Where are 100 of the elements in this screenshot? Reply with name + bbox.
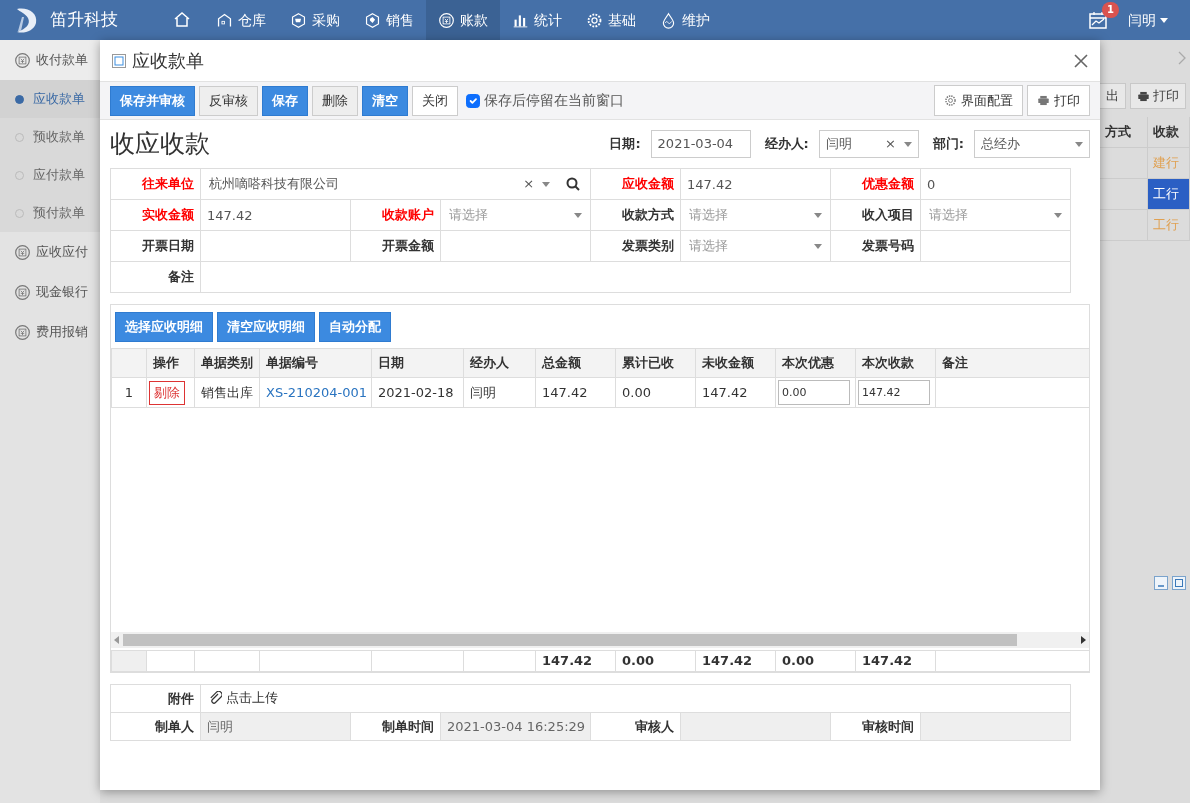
user-menu[interactable]: 闫明 (1128, 9, 1168, 31)
table-cell: 0.00 (615, 377, 696, 408)
scroll-right-icon (1081, 636, 1086, 644)
select-field[interactable]: 总经办 (974, 130, 1090, 158)
upload-link[interactable]: 点击上传 (209, 687, 278, 708)
table-cell: 工行 (1148, 210, 1190, 241)
row-number: 1 (111, 377, 147, 408)
field-label: 审核时间 (830, 712, 921, 741)
column-header: 经办人 (463, 348, 536, 378)
amount-input[interactable]: 147.42 (858, 380, 930, 405)
paperclip-icon (209, 690, 222, 704)
horizontal-scrollbar[interactable] (111, 632, 1089, 648)
nav-tab[interactable]: 采购 (278, 0, 352, 40)
maximize-icon (1172, 576, 1186, 590)
button[interactable]: 打印 (1130, 83, 1186, 109)
printer-icon (1137, 89, 1150, 103)
field-label: 优惠金额 (830, 168, 921, 200)
input-field[interactable]: 0 (921, 169, 1071, 199)
detail-button[interactable]: 选择应收明细 (115, 312, 213, 342)
minimize-icon (1154, 576, 1168, 590)
column-header: 单据类别 (194, 348, 260, 378)
gear-icon (944, 94, 957, 107)
column-header: 单据编号 (259, 348, 372, 378)
caret-icon (814, 243, 823, 249)
logo-text: 笛升科技 (50, 8, 118, 32)
column-header: 未收金额 (695, 348, 776, 378)
total-cell: 147.42 (855, 650, 936, 672)
input-field[interactable]: 147.42 (201, 200, 350, 230)
caret-icon (574, 212, 583, 218)
select-field[interactable]: 闫明 × (818, 130, 919, 158)
chevron-right-icon (1178, 51, 1186, 65)
field-label: 开票金额 (350, 230, 441, 262)
table-cell: 147.42 (535, 377, 616, 408)
field-label: 发票类别 (590, 230, 681, 262)
nav-tab[interactable]: 销售 (352, 0, 426, 40)
field-label: 部门: (932, 135, 964, 154)
field-label: 审核人 (590, 712, 681, 741)
toolbar-button[interactable]: 关闭 (412, 85, 458, 116)
remove-button[interactable]: 剔除 (149, 380, 185, 405)
button[interactable]: 出 (1100, 83, 1126, 109)
table-cell: 闫明 (463, 377, 536, 408)
table-cell: 销售出库 (194, 377, 260, 408)
field-label: 附件 (110, 684, 201, 713)
coin-icon (14, 51, 31, 69)
sidebar-subitem[interactable]: 预收款单 (0, 118, 100, 156)
warehouse-icon (216, 11, 233, 29)
nav-tab[interactable]: 基础 (574, 0, 648, 40)
field-label: 制单时间 (350, 712, 441, 741)
column-header: 操作 (146, 348, 195, 378)
sidebar-item[interactable]: 现金银行 (0, 272, 100, 312)
total-cell: 0.00 (615, 650, 696, 672)
clear-icon: × (884, 134, 896, 154)
drop-icon (660, 11, 677, 29)
field-label: 备注 (110, 261, 201, 293)
table-cell: 工行 (1148, 179, 1190, 210)
field-label: 收入项目 (830, 199, 921, 231)
column-header: 总金额 (535, 348, 616, 378)
cart-icon (290, 11, 307, 29)
stay-checkbox[interactable]: 保存后停留在当前窗口 (466, 90, 624, 111)
toolbar-button[interactable]: 删除 (312, 85, 358, 116)
caret-icon (903, 141, 912, 147)
form-heading: 收应收款 (110, 129, 211, 159)
column-header: 收款 (1148, 117, 1190, 148)
toolbar-button[interactable]: 保存 (262, 85, 308, 116)
nav-tab[interactable]: 维护 (648, 0, 722, 40)
coin-icon (438, 11, 455, 29)
sidebar-subitem[interactable]: 应收款单 (0, 80, 100, 118)
sidebar-item[interactable]: 应收应付 (0, 232, 100, 272)
toolbar-button[interactable]: 清空 (362, 85, 408, 116)
dialog-title: 应收款单 (132, 49, 205, 73)
sidebar-subitem[interactable]: 应付款单 (0, 156, 100, 194)
input-field[interactable]: 147.42 (681, 169, 831, 199)
coin-icon (14, 243, 31, 261)
table-cell: 2021-02-18 (371, 377, 464, 408)
total-cell: 0.00 (775, 650, 856, 672)
checkbox[interactable] (466, 93, 480, 108)
amount-input[interactable]: 0.00 (778, 380, 850, 405)
coin-icon (14, 283, 31, 301)
toolbar-button[interactable]: 反审核 (199, 85, 258, 116)
toolbar-button[interactable]: 界面配置 (934, 85, 1023, 116)
detail-button[interactable]: 自动分配 (319, 312, 391, 342)
home-icon (172, 10, 192, 30)
date-field[interactable]: 2021-03-04 (650, 130, 751, 158)
nav-tab[interactable]: 统计 (500, 0, 574, 40)
checkbox-label: 保存后停留在当前窗口 (484, 91, 624, 110)
nav-tab[interactable]: 账款 (426, 0, 500, 40)
nav-tab[interactable]: 仓库 (204, 0, 278, 40)
field-label: 发票号码 (830, 230, 921, 262)
column-header: 备注 (935, 348, 1090, 378)
field-label: 收款账户 (350, 199, 441, 231)
sidebar-item[interactable]: 费用报销 (0, 312, 100, 352)
close-icon (1074, 53, 1088, 68)
field-label: 开票日期 (110, 230, 201, 262)
toolbar-button[interactable]: 保存并审核 (110, 85, 195, 116)
toolbar-button[interactable]: 打印 (1027, 85, 1090, 116)
sidebar-subitem[interactable]: 预付款单 (0, 194, 100, 232)
field-label: 收款方式 (590, 199, 681, 231)
coin-icon (14, 323, 31, 341)
detail-button[interactable]: 清空应收明细 (217, 312, 315, 342)
caret-icon (1160, 17, 1168, 23)
